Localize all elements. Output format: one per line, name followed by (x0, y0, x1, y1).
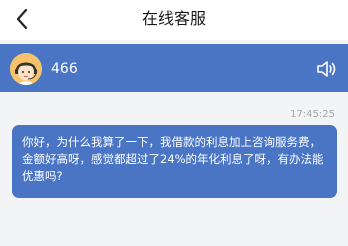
agent-header: 466 (0, 44, 348, 92)
message-bubble[interactable]: 你好，为什么我算了一下，我借款的利息加上咨询服务费，金额好高呀，感觉都超过了24… (12, 125, 337, 198)
avatar (10, 53, 42, 85)
message-timestamp: 17:45:25 (290, 109, 335, 120)
page-title: 在线客服 (141, 9, 206, 28)
agent-avatar-icon (10, 53, 42, 85)
nav-bar: 在线客服 (0, 0, 348, 40)
speaker-button[interactable] (316, 59, 338, 79)
chat-page: 在线客服 466 17:45:25 你好，为什么我算了一下，我借款的利息加上咨询… (0, 0, 348, 246)
agent-name: 466 (51, 61, 78, 77)
chat-area[interactable]: 17:45:25 你好，为什么我算了一下，我借款的利息加上咨询服务费，金额好高呀… (0, 92, 348, 246)
speaker-icon (317, 61, 336, 77)
